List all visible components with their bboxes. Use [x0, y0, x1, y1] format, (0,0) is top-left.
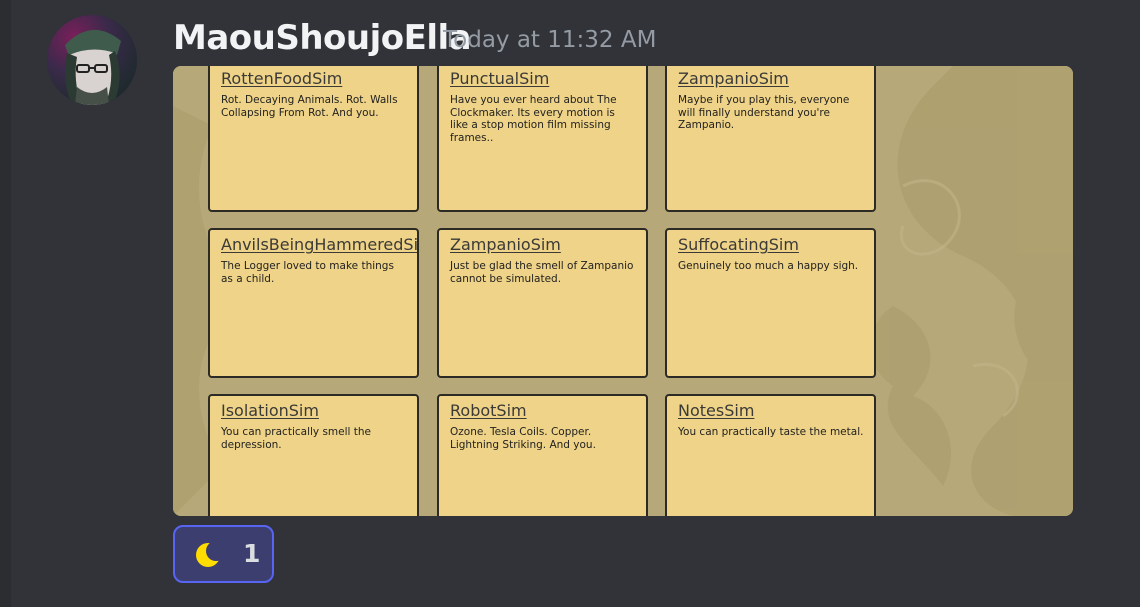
card-title-link[interactable]: ZampanioSim [678, 68, 864, 90]
game-card-robotsim[interactable]: RobotSim Ozone. Tesla Coils. Copper. Lig… [437, 394, 648, 516]
game-card-zampaniosim-2[interactable]: ZampanioSim Just be glad the smell of Za… [437, 228, 648, 378]
game-card-zampaniosim[interactable]: ZampanioSim Maybe if you play this, ever… [665, 66, 876, 212]
card-title-link[interactable]: SuffocatingSim [678, 234, 864, 256]
user-avatar[interactable] [47, 15, 137, 105]
server-sidebar-edge [0, 0, 11, 607]
image-attachment[interactable]: RottenFoodSim Rot. Decaying Animals. Rot… [173, 66, 1073, 516]
reaction-count: 1 [243, 539, 261, 568]
card-title-link[interactable]: RobotSim [450, 400, 636, 422]
card-description: You can practically smell the depression… [221, 426, 372, 451]
game-card-rottenfoodsim[interactable]: RottenFoodSim Rot. Decaying Animals. Rot… [208, 66, 419, 212]
card-description: Have you ever heard about The Clockmaker… [450, 94, 617, 144]
card-title-link[interactable]: PunctualSim [450, 68, 636, 90]
card-title-link[interactable]: ZampanioSim [450, 234, 636, 256]
card-description: The Logger loved to make things as a chi… [221, 260, 394, 285]
card-title-link[interactable]: AnvilsBeingHammeredSim [221, 234, 417, 256]
game-card-notessim[interactable]: NotesSim You can practically taste the m… [665, 394, 876, 516]
card-description: Just be glad the smell of Zampanio canno… [450, 260, 634, 285]
game-card-suffocatingsim[interactable]: SuffocatingSim Genuinely too much a happ… [665, 228, 876, 378]
card-title-link[interactable]: NotesSim [678, 400, 864, 422]
crescent-moon-icon [195, 541, 226, 573]
card-description: Rot. Decaying Animals. Rot. Walls Collap… [221, 94, 398, 119]
card-title-link[interactable]: IsolationSim [221, 400, 407, 422]
game-card-isolationsim[interactable]: IsolationSim You can practically smell t… [208, 394, 419, 516]
game-card-punctualsim[interactable]: PunctualSim Have you ever heard about Th… [437, 66, 648, 212]
card-description: Ozone. Tesla Coils. Copper. Lightning St… [450, 426, 596, 451]
card-description: You can practically taste the metal. [678, 426, 864, 438]
message-timestamp[interactable]: Today at 11:32 AM [443, 27, 656, 53]
card-title-link[interactable]: RottenFoodSim [221, 68, 407, 90]
avatar-image [47, 15, 137, 105]
username[interactable]: MaouShoujoElla [173, 18, 472, 58]
card-description: Maybe if you play this, everyone will fi… [678, 94, 850, 131]
card-description: Genuinely too much a happy sigh. [678, 260, 859, 272]
game-card-anvilsbeinghammeredsim[interactable]: AnvilsBeingHammeredSim The Logger loved … [208, 228, 419, 378]
reaction-button[interactable]: 1 [173, 525, 274, 583]
